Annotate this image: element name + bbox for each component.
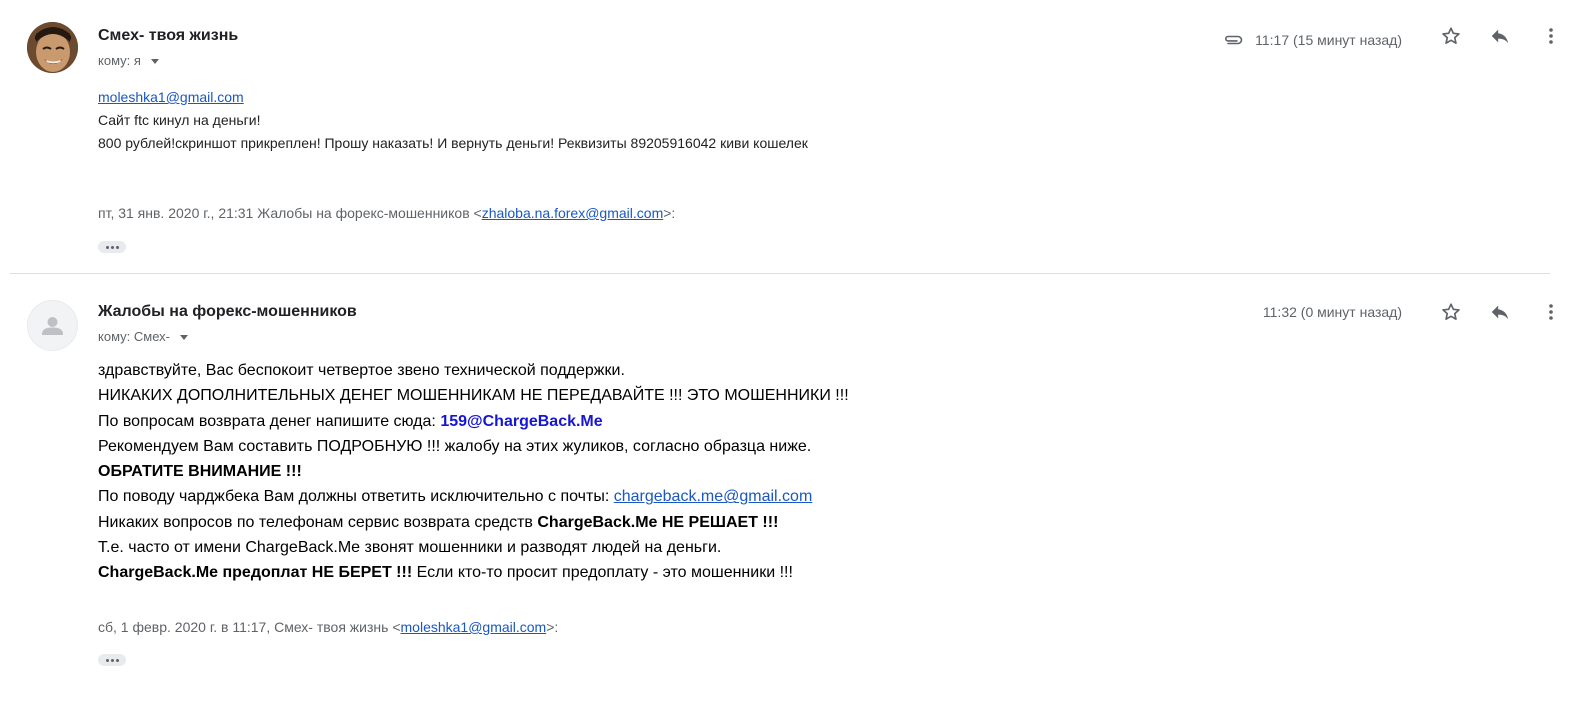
chevron-down-icon[interactable] [179, 334, 188, 340]
body-line: ChargeBack.Me предоплат НЕ БЕРЕТ !!! Есл… [98, 560, 849, 585]
quote-suffix: >: [663, 205, 676, 221]
ellipsis-icon [105, 658, 109, 662]
body-bold-text: ChargeBack.Me НЕ РЕШАЕТ !!! [537, 513, 779, 531]
person-icon [42, 317, 63, 335]
message-time: 11:17 (15 минут назад) [1255, 32, 1402, 48]
attention-heading: ОБРАТИТЕ ВНИМАНИЕ !!! [98, 463, 302, 481]
body-bold-text: ChargeBack.Me предоплат НЕ БЕРЕТ !!! [98, 564, 413, 582]
quoted-header: пт, 31 янв. 2020 г., 21:31 Жалобы на фор… [98, 205, 675, 221]
quote-prefix: сб, 1 февр. 2020 г. в 11:17, Смех- твоя … [98, 619, 401, 635]
ellipsis-dot [110, 245, 114, 249]
quote-suffix: >: [546, 619, 559, 635]
quote-email-link[interactable]: moleshka1@gmail.com [401, 619, 547, 635]
sender-avatar[interactable] [27, 22, 78, 73]
body-line: Рекомендуем Вам составить ПОДРОБНУЮ !!! … [98, 437, 812, 455]
sender-name[interactable]: Жалобы на форекс-мошенников [98, 303, 357, 321]
recipient-label: кому: Смех- [98, 329, 170, 344]
paperclip-icon [1221, 28, 1245, 52]
ellipsis-dot [110, 658, 114, 662]
body-text: По поводу чарджбека Вам должны ответить … [98, 488, 614, 506]
quoted-header: сб, 1 февр. 2020 г. в 11:17, Смех- твоя … [98, 619, 558, 635]
email-message: Жалобы на форекс-мошенников кому: Смех- … [0, 276, 1587, 711]
chevron-down-icon[interactable] [150, 58, 159, 64]
ellipsis-dot [115, 245, 119, 249]
star-icon[interactable] [1439, 24, 1463, 48]
reply-icon[interactable] [1488, 300, 1512, 324]
ellipsis-dot [115, 658, 119, 662]
message-time: 11:32 (0 минут назад) [1262, 304, 1402, 320]
message-actions [1439, 24, 1563, 48]
message-body: здравствуйте, Вас беспокоит четвертое зв… [98, 358, 849, 586]
message-actions [1439, 300, 1563, 324]
star-icon[interactable] [1439, 300, 1463, 324]
show-trimmed-content-button[interactable] [98, 241, 126, 253]
show-trimmed-content-button[interactable] [98, 654, 126, 666]
reply-icon[interactable] [1488, 24, 1512, 48]
avatar-photo-icon [27, 22, 78, 73]
more-vert-icon[interactable] [1539, 300, 1563, 324]
quote-email-link[interactable]: zhaloba.na.forex@gmail.com [482, 205, 664, 221]
body-line: ОБРАТИТЕ ВНИМАНИЕ !!! [98, 459, 849, 484]
body-line: 800 рублей!скриншот прикреплен! Прошу на… [98, 135, 808, 151]
body-text: Если кто-то просит предоплату - это моше… [412, 564, 793, 582]
message-meta: 11:17 (15 минут назад) [1221, 28, 1402, 52]
support-email[interactable]: 159@ChargeBack.Me [440, 413, 602, 430]
body-line: НИКАКИХ ДОПОЛНИТЕЛЬНЫХ ДЕНЕГ МОШЕННИКАМ … [98, 387, 849, 405]
body-line: Сайт ftc кинул на деньги! [98, 112, 261, 128]
body-text: Никаких вопросов по телефонам сервис воз… [98, 513, 538, 531]
body-email-link[interactable]: moleshka1@gmail.com [98, 89, 244, 105]
sender-name[interactable]: Смех- твоя жизнь [98, 27, 238, 45]
message-body: moleshka1@gmail.com Сайт ftc кинул на де… [98, 86, 808, 155]
body-line: По вопросам возврата денег напишите сюда… [98, 409, 849, 434]
quote-prefix: пт, 31 янв. 2020 г., 21:31 Жалобы на фор… [98, 205, 482, 221]
recipient-label: кому: я [98, 53, 141, 68]
more-vert-icon[interactable] [1539, 24, 1563, 48]
body-line: Т.е. часто от имени ChargeBack.Me звонят… [98, 539, 722, 557]
body-text: По вопросам возврата денег напишите сюда… [98, 412, 441, 430]
email-message: Смех- твоя жизнь кому: я 11:17 (15 минут… [0, 0, 1587, 272]
body-line: По поводу чарджбека Вам должны ответить … [98, 484, 849, 509]
message-meta: 11:32 (0 минут назад) [1263, 304, 1402, 320]
message-divider [10, 273, 1550, 274]
body-line: здравствуйте, Вас беспокоит четвертое зв… [98, 362, 625, 379]
recipient-details-toggle[interactable]: кому: Смех- [98, 329, 188, 344]
ellipsis-icon [105, 245, 109, 249]
chargeback-email-link[interactable]: chargeback.me@gmail.com [614, 488, 813, 505]
body-line: Никаких вопросов по телефонам сервис воз… [98, 510, 849, 535]
recipient-details-toggle[interactable]: кому: я [98, 53, 159, 68]
sender-avatar[interactable] [27, 300, 78, 351]
